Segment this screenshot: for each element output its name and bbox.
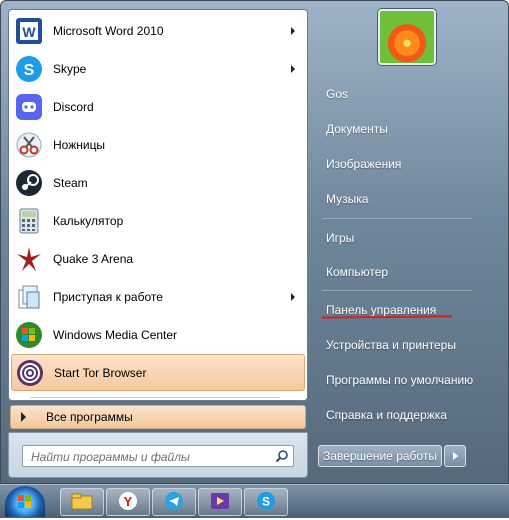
telegram-icon [164,491,184,514]
program-skype[interactable]: S Skype [11,50,305,87]
start-orb[interactable] [5,486,45,517]
right-item-music[interactable]: Музыка [318,185,488,213]
search-box[interactable] [22,445,294,467]
right-item-help-support[interactable]: Справка и поддержка [318,401,488,429]
taskbar-yandex[interactable]: Y [106,488,150,516]
all-programs-label: Все программы [46,410,133,424]
right-item-documents[interactable]: Документы [318,115,488,143]
taskbar-explorer[interactable] [60,488,104,516]
media-player-icon [210,491,230,514]
program-label: Калькулятор [53,213,124,228]
program-discord[interactable]: Discord [11,88,305,125]
skype-icon: S [13,53,45,85]
svg-text:W: W [22,24,36,40]
program-label: Приступая к работе [53,289,163,304]
program-label: Quake 3 Arena [53,251,134,266]
taskbar-telegram[interactable] [152,488,196,516]
program-getting-started[interactable]: Приступая к работе [11,278,305,315]
shutdown-options-button[interactable] [444,445,466,467]
shutdown-button[interactable]: Завершение работы [318,445,442,467]
skype-icon: S [256,491,276,514]
right-item-computer[interactable]: Компьютер [318,258,488,286]
svg-text:Y: Y [124,494,133,509]
program-label: Start Tor Browser [54,365,147,380]
program-media-center[interactable]: Windows Media Center [11,316,305,353]
explorer-icon [71,492,93,513]
svg-text:S: S [24,62,35,79]
divider [322,290,472,291]
windows-logo-icon [18,495,31,508]
program-label: Microsoft Word 2010 [53,23,164,38]
triangle-right-icon [21,412,26,422]
divider [30,397,280,398]
steam-icon [13,167,45,199]
media-center-icon [13,319,45,351]
right-item-gos[interactable]: Gos [318,80,488,108]
right-item-pictures[interactable]: Изображения [318,150,488,178]
svg-text:S: S [262,494,270,508]
quake-icon [13,243,45,275]
word-icon: W [13,15,45,47]
program-scissors[interactable]: Ножницы [11,126,305,163]
submenu-arrow-icon[interactable] [291,292,295,301]
program-tor-browser[interactable]: Start Tor Browser [11,354,305,391]
program-label: Discord [53,99,94,114]
search-input[interactable] [29,447,273,467]
right-item-default-programs[interactable]: Программы по умолчанию [318,366,488,394]
program-label: Ножницы [53,137,106,152]
scissors-icon [13,129,45,161]
right-item-control-panel[interactable]: Панель управления [318,296,488,324]
yandex-browser-icon: Y [118,491,138,514]
all-programs-button[interactable]: Все программы [10,405,306,429]
submenu-arrow-icon[interactable] [291,26,295,35]
user-avatar[interactable] [378,9,436,65]
program-word[interactable]: W Microsoft Word 2010 [11,12,305,49]
discord-icon [13,91,45,123]
program-label: Steam [53,175,88,190]
arrow-right-icon [452,452,458,460]
program-label: Windows Media Center [53,327,178,342]
program-steam[interactable]: Steam [11,164,305,201]
right-item-games[interactable]: Игры [318,224,488,252]
submenu-arrow-icon[interactable] [291,64,295,73]
right-item-devices-printers[interactable]: Устройства и принтеры [318,331,488,359]
program-quake[interactable]: Quake 3 Arena [11,240,305,277]
divider [322,218,472,219]
taskbar-skype[interactable]: S [244,488,288,516]
program-calculator[interactable]: Калькулятор [11,202,305,239]
programs-pane: W Microsoft Word 2010 S Skype Discord Но… [8,9,308,401]
program-label: Skype [53,61,87,76]
search-icon[interactable] [275,449,289,463]
search-area [8,432,308,478]
getting-started-icon [13,281,45,313]
taskbar-media-player[interactable] [198,488,242,516]
calculator-icon [13,205,45,237]
tor-icon [14,357,46,389]
